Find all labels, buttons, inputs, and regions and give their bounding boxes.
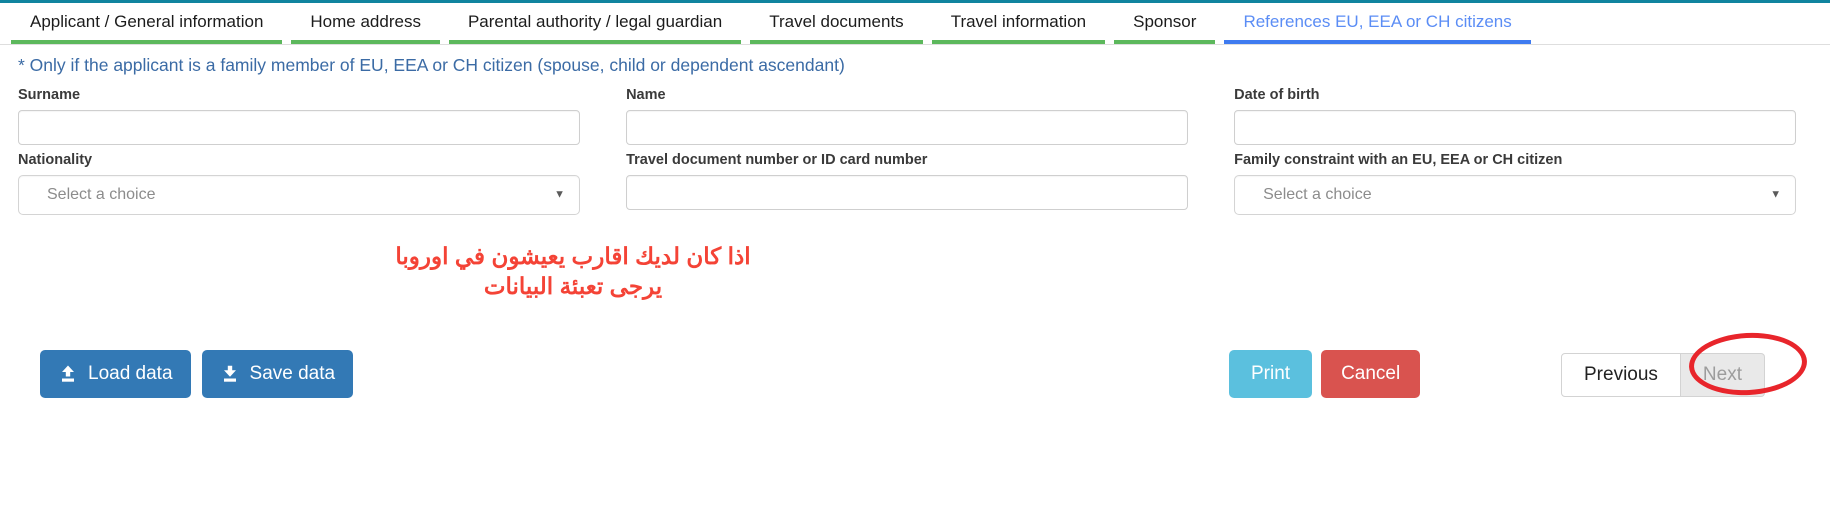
field-label-date-of-birth: Date of birth <box>1234 87 1320 103</box>
chevron-down-icon: ▼ <box>1770 188 1782 201</box>
field-name: Name <box>626 86 1234 145</box>
field-label-nationality: Nationality <box>18 152 93 168</box>
travel-document-number-input[interactable] <box>626 175 1189 210</box>
field-surname: Surname <box>18 86 626 145</box>
next-label: Next <box>1702 364 1742 385</box>
tab-home-address[interactable]: Home address <box>288 5 443 44</box>
field-date-of-birth: Date of birth <box>1234 86 1812 145</box>
tab-label: Travel documents <box>769 12 904 31</box>
form-step-tabs: Applicant / General information Home add… <box>0 3 1830 45</box>
nationality-select[interactable]: Select a choice ▼ <box>18 175 580 215</box>
save-data-label: Save data <box>249 363 336 384</box>
tab-applicant-general-information[interactable]: Applicant / General information <box>8 5 285 44</box>
surname-input[interactable] <box>18 110 580 145</box>
tab-label: Travel information <box>950 12 1087 31</box>
load-data-label: Load data <box>88 363 173 384</box>
tab-label: Applicant / General information <box>30 12 264 31</box>
next-button[interactable]: Next <box>1680 353 1765 397</box>
upload-icon <box>58 364 78 384</box>
wizard-navigation-group: Previous Next <box>1561 353 1765 397</box>
previous-label: Previous <box>1584 364 1658 385</box>
load-data-button[interactable]: Load data <box>40 350 191 398</box>
arabic-annotation-line-1: اذا كان لديك اقارب يعيشون في اوروبا <box>395 243 751 269</box>
field-nationality: Nationality Select a choice ▼ <box>18 151 626 215</box>
tab-label: Sponsor <box>1133 12 1197 31</box>
action-buttons-group: Print Cancel <box>1229 350 1421 398</box>
field-label-surname: Surname <box>18 87 81 103</box>
field-label-family-constraint: Family constraint with an EU, EEA or CH … <box>1234 152 1563 168</box>
nationality-select-value: Select a choice <box>47 186 156 203</box>
form-footer: Load data Save data Print Cancel Previou… <box>0 350 1830 420</box>
form-row-document: Nationality Select a choice ▼ Travel doc… <box>18 151 1812 215</box>
tab-references-eu-eea-ch-citizens[interactable]: References EU, EEA or CH citizens <box>1221 5 1533 44</box>
data-buttons-group: Load data Save data <box>40 350 354 398</box>
date-of-birth-input[interactable] <box>1234 110 1797 145</box>
tab-travel-information[interactable]: Travel information <box>929 5 1108 44</box>
tab-label: References EU, EEA or CH citizens <box>1243 12 1512 31</box>
save-data-button[interactable]: Save data <box>201 350 354 398</box>
references-form: Surname Name Date of birth Nationality S… <box>0 86 1830 301</box>
field-travel-document-number: Travel document number or ID card number <box>626 151 1234 215</box>
chevron-down-icon: ▼ <box>554 188 565 201</box>
form-row-identity: Surname Name Date of birth <box>18 86 1812 145</box>
tab-travel-documents[interactable]: Travel documents <box>747 5 925 44</box>
print-button[interactable]: Print <box>1229 350 1313 398</box>
name-input[interactable] <box>626 110 1189 145</box>
field-family-constraint: Family constraint with an EU, EEA or CH … <box>1234 151 1812 215</box>
tab-sponsor[interactable]: Sponsor <box>1111 5 1218 44</box>
arabic-annotation: اذا كان لديك اقارب يعيشون في اوروبا يرجى… <box>18 241 1128 301</box>
family-constraint-select-value: Select a choice <box>1263 186 1372 203</box>
previous-button[interactable]: Previous <box>1561 353 1681 397</box>
download-icon <box>220 364 240 384</box>
tab-label: Parental authority / legal guardian <box>467 12 723 31</box>
print-label: Print <box>1251 363 1291 384</box>
cancel-button[interactable]: Cancel <box>1321 350 1421 398</box>
family-member-notice: * Only if the applicant is a family memb… <box>18 55 845 75</box>
field-label-travel-document-number: Travel document number or ID card number <box>626 152 928 168</box>
family-constraint-select[interactable]: Select a choice ▼ <box>1234 175 1797 215</box>
field-label-name: Name <box>626 87 666 103</box>
tab-label: Home address <box>310 12 421 31</box>
cancel-label: Cancel <box>1341 363 1401 384</box>
tab-parental-authority[interactable]: Parental authority / legal guardian <box>446 5 744 44</box>
arabic-annotation-line-2: يرجى تعبئة البيانات <box>483 273 663 299</box>
